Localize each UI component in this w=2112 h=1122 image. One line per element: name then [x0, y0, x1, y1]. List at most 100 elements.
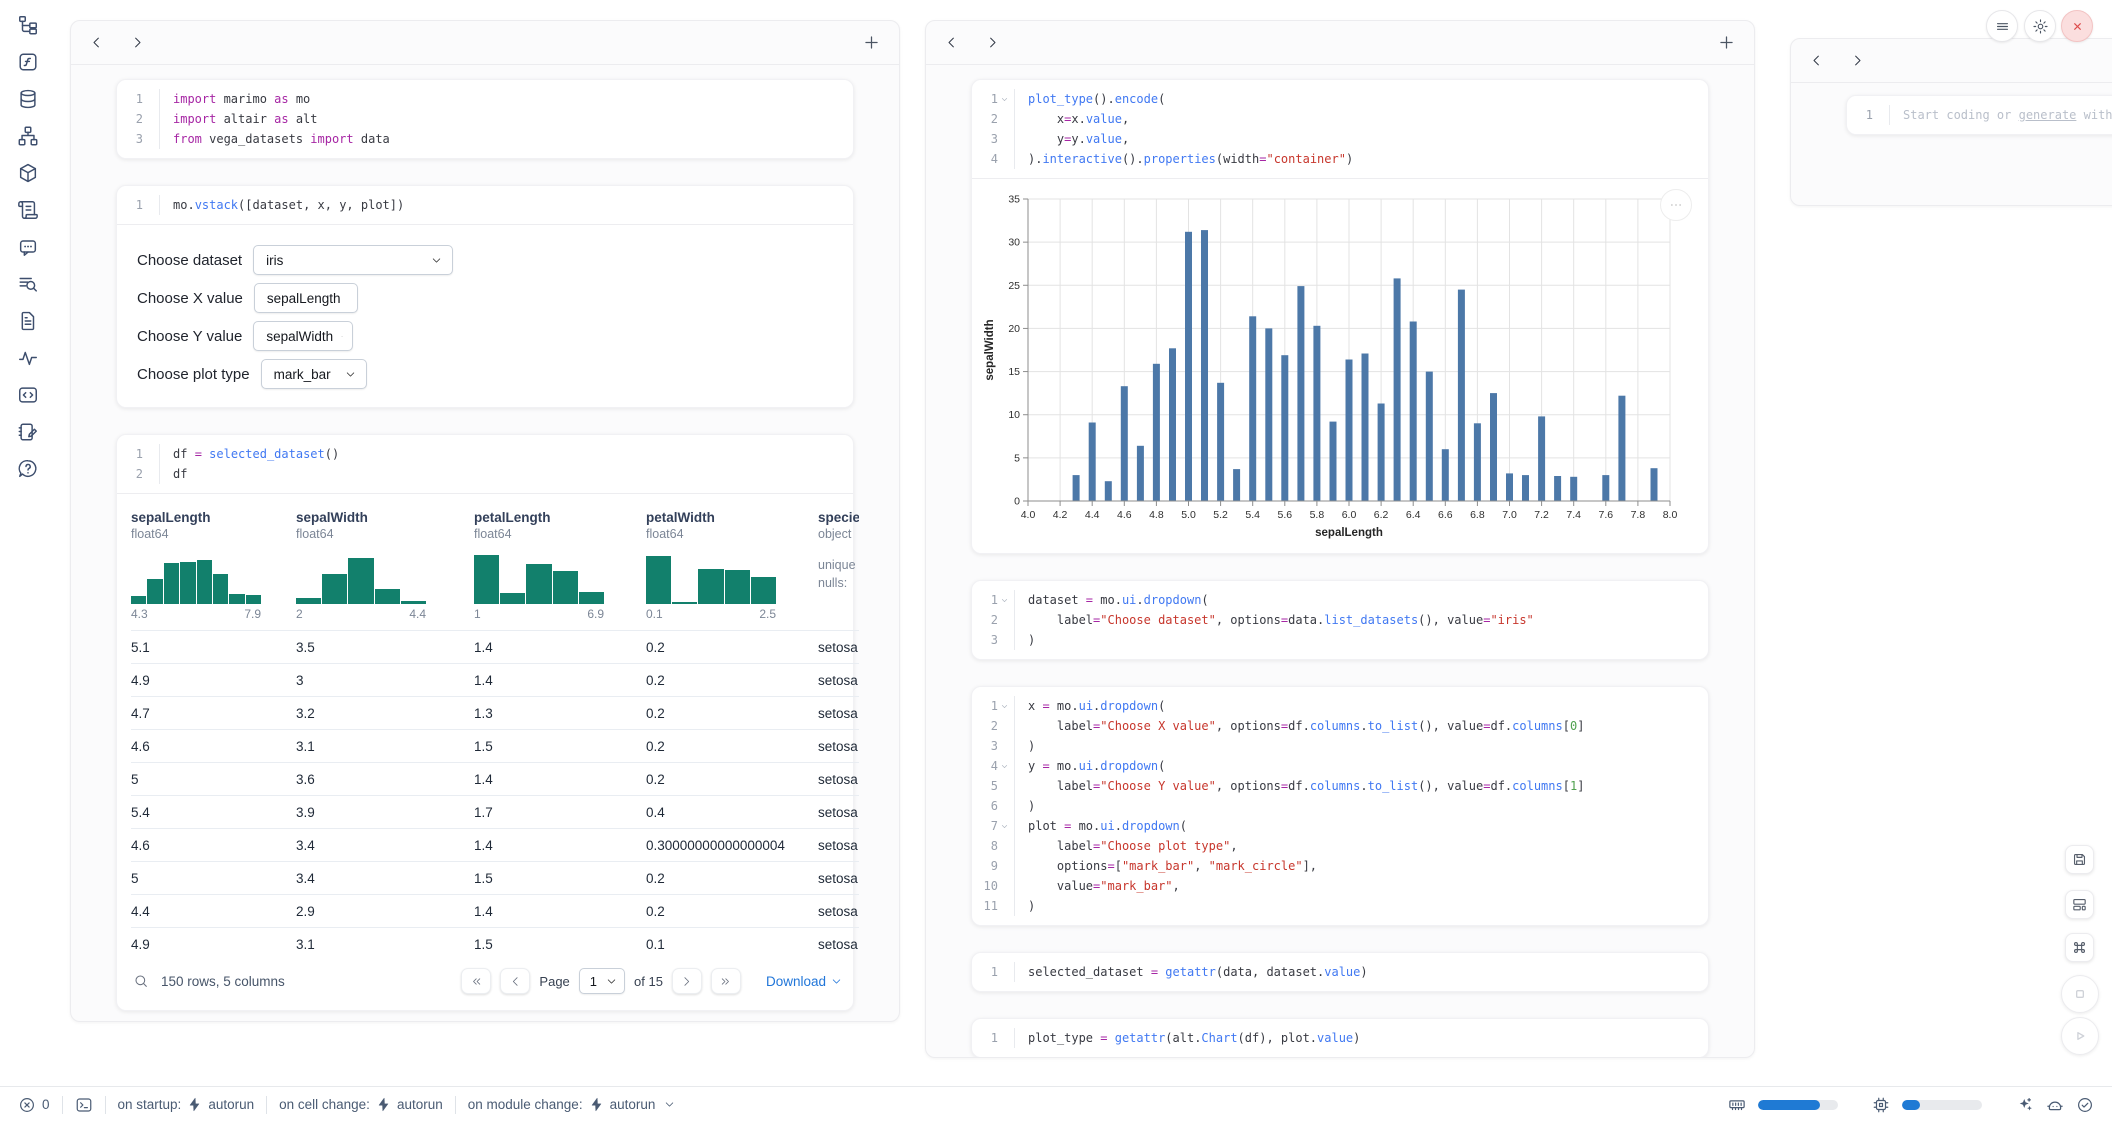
download-button[interactable]: Download — [766, 974, 843, 989]
prev-page-button[interactable] — [500, 968, 530, 994]
code-text[interactable]: ) — [1014, 736, 1708, 756]
code-line[interactable]: 1dataset = mo.ui.dropdown( — [972, 590, 1708, 610]
code-line[interactable]: 2import altair as alt — [117, 109, 853, 129]
table-row[interactable]: 4.93.11.50.1setosa — [131, 927, 859, 960]
table-column-sepalLength[interactable]: sepalLengthfloat644.37.9 — [131, 510, 296, 630]
code-text[interactable]: selected_dataset = getattr(data, dataset… — [1014, 962, 1708, 982]
database-icon[interactable] — [17, 88, 39, 110]
keyboard-shortcuts-button[interactable] — [2065, 933, 2094, 962]
code-text[interactable]: label="Choose Y value", options=df.colum… — [1014, 776, 1708, 796]
code-text[interactable]: df — [159, 464, 853, 484]
code-text[interactable]: mo.vstack([dataset, x, y, plot]) — [159, 195, 853, 215]
code-text[interactable]: plot_type = getattr(alt.Chart(df), plot.… — [1014, 1028, 1708, 1048]
table-column-species[interactable]: speciesobjectuniquenulls: — [818, 510, 859, 630]
x-select[interactable]: sepalLength — [254, 283, 358, 313]
last-page-button[interactable] — [711, 968, 741, 994]
code-line[interactable]: 1df = selected_dataset() — [117, 444, 853, 464]
file-tree-icon[interactable] — [17, 14, 39, 36]
cell-xy-plot-dropdowns[interactable]: 1x = mo.ui.dropdown(2 label="Choose X va… — [971, 686, 1709, 926]
plot-type-select[interactable]: mark_bar — [261, 359, 367, 389]
code-line[interactable]: 6) — [972, 796, 1708, 816]
page-select[interactable]: 1 — [579, 968, 625, 994]
cell-imports[interactable]: 1import marimo as mo2import altair as al… — [116, 79, 854, 159]
cell-dataset-dropdown[interactable]: 1dataset = mo.ui.dropdown(2 label="Choos… — [971, 580, 1709, 660]
fold-chevron-icon[interactable] — [1000, 762, 1009, 771]
chevron-left-icon[interactable] — [944, 35, 959, 50]
activity-icon[interactable] — [17, 347, 39, 369]
cell-plot[interactable]: 1plot_type().encode(2 x=x.value,3 y=y.va… — [971, 79, 1709, 554]
code-text[interactable]: plot_type().encode( — [1014, 89, 1708, 109]
chevron-right-icon[interactable] — [130, 35, 145, 50]
code-text[interactable]: options=["mark_bar", "mark_circle"], — [1014, 856, 1708, 876]
dataset-select[interactable]: iris — [253, 245, 453, 275]
table-row[interactable]: 5.13.51.40.2setosa — [131, 630, 859, 663]
y-select[interactable]: sepalWidth — [253, 321, 353, 351]
code-line[interactable]: 2df — [117, 464, 853, 484]
code-text[interactable]: value="mark_bar", — [1014, 876, 1708, 896]
code-line[interactable]: 4y = mo.ui.dropdown( — [972, 756, 1708, 776]
code-line[interactable]: 2 label="Choose dataset", options=data.l… — [972, 610, 1708, 630]
chevron-left-icon[interactable] — [89, 35, 104, 50]
document-icon[interactable] — [17, 310, 39, 332]
table-column-petalLength[interactable]: petalLengthfloat6416.9 — [474, 510, 646, 630]
code-line[interactable]: 1selected_dataset = getattr(data, datase… — [972, 962, 1708, 982]
cell-dataframe[interactable]: 1df = selected_dataset()2df sepalLengthf… — [116, 434, 854, 1011]
shutdown-button[interactable] — [2061, 10, 2093, 42]
layout-toggle-button[interactable] — [2065, 890, 2094, 919]
code-line[interactable]: 1import marimo as mo — [117, 89, 853, 109]
terminal-button[interactable] — [75, 1096, 93, 1114]
copilot-icon[interactable] — [2046, 1096, 2064, 1114]
chat-bot-icon[interactable] — [17, 236, 39, 258]
cell-selected-dataset[interactable]: 1selected_dataset = getattr(data, datase… — [971, 952, 1709, 992]
table-row[interactable]: 4.63.11.50.2setosa — [131, 729, 859, 762]
code-text[interactable]: label="Choose plot type", — [1014, 836, 1708, 856]
cell-plot-type[interactable]: 1plot_type = getattr(alt.Chart(df), plot… — [971, 1018, 1709, 1058]
code-text[interactable]: Start coding or generate with — [1889, 105, 2112, 125]
run-button[interactable] — [2061, 1017, 2099, 1055]
code-line[interactable]: 8 label="Choose plot type", — [972, 836, 1708, 856]
on-startup-setting[interactable]: on startup: autorun — [118, 1097, 255, 1112]
code-line[interactable]: 1plot_type = getattr(alt.Chart(df), plot… — [972, 1028, 1708, 1048]
code-text[interactable]: x=x.value, — [1014, 109, 1708, 129]
table-row[interactable]: 5.43.91.70.4setosa — [131, 795, 859, 828]
code-text[interactable]: label="Choose dataset", options=data.lis… — [1014, 610, 1708, 630]
add-cell-button[interactable] — [1717, 33, 1736, 52]
settings-button[interactable] — [2024, 10, 2056, 42]
ai-sparkles-icon[interactable] — [2016, 1096, 2034, 1114]
help-circle-icon[interactable] — [17, 458, 39, 480]
table-row[interactable]: 4.73.21.30.2setosa — [131, 696, 859, 729]
code-line[interactable]: 3) — [972, 736, 1708, 756]
next-page-button[interactable] — [672, 968, 702, 994]
list-search-icon[interactable] — [17, 273, 39, 295]
code-line[interactable]: 9 options=["mark_bar", "mark_circle"], — [972, 856, 1708, 876]
code-text[interactable]: ) — [1014, 630, 1708, 650]
fold-chevron-icon[interactable] — [1000, 95, 1009, 104]
dependency-graph-icon[interactable] — [17, 125, 39, 147]
code-line[interactable]: 2 x=x.value, — [972, 109, 1708, 129]
code-line[interactable]: 3from vega_datasets import data — [117, 129, 853, 149]
code-text[interactable]: plot = mo.ui.dropdown( — [1014, 816, 1708, 836]
altair-bar-chart[interactable]: 4.04.24.44.64.85.05.25.45.65.86.06.26.46… — [980, 189, 1702, 545]
function-icon[interactable] — [17, 51, 39, 73]
add-cell-button[interactable] — [862, 33, 881, 52]
code-line[interactable]: 10 value="mark_bar", — [972, 876, 1708, 896]
first-page-button[interactable] — [461, 968, 491, 994]
code-text[interactable]: label="Choose X value", options=df.colum… — [1014, 716, 1708, 736]
code-text[interactable]: import altair as alt — [159, 109, 853, 129]
code-block-icon[interactable] — [17, 384, 39, 406]
stop-button[interactable] — [2061, 975, 2099, 1013]
code-line[interactable]: 7plot = mo.ui.dropdown( — [972, 816, 1708, 836]
code-text[interactable]: x = mo.ui.dropdown( — [1014, 696, 1708, 716]
chevron-right-icon[interactable] — [1850, 53, 1865, 68]
table-row[interactable]: 4.931.40.2setosa — [131, 663, 859, 696]
menu-button[interactable] — [1986, 10, 2018, 42]
table-column-petalWidth[interactable]: petalWidthfloat640.12.5 — [646, 510, 818, 630]
code-line[interactable]: 4).interactive().properties(width="conta… — [972, 149, 1708, 169]
chart-menu-button[interactable] — [1660, 189, 1692, 221]
code-line[interactable]: 5 label="Choose Y value", options=df.col… — [972, 776, 1708, 796]
errors-indicator[interactable]: 0 — [18, 1096, 50, 1114]
code-text[interactable]: import marimo as mo — [159, 89, 853, 109]
code-text[interactable]: y=y.value, — [1014, 129, 1708, 149]
table-row[interactable]: 4.63.41.40.30000000000000004setosa — [131, 828, 859, 861]
code-text[interactable]: ) — [1014, 896, 1708, 916]
